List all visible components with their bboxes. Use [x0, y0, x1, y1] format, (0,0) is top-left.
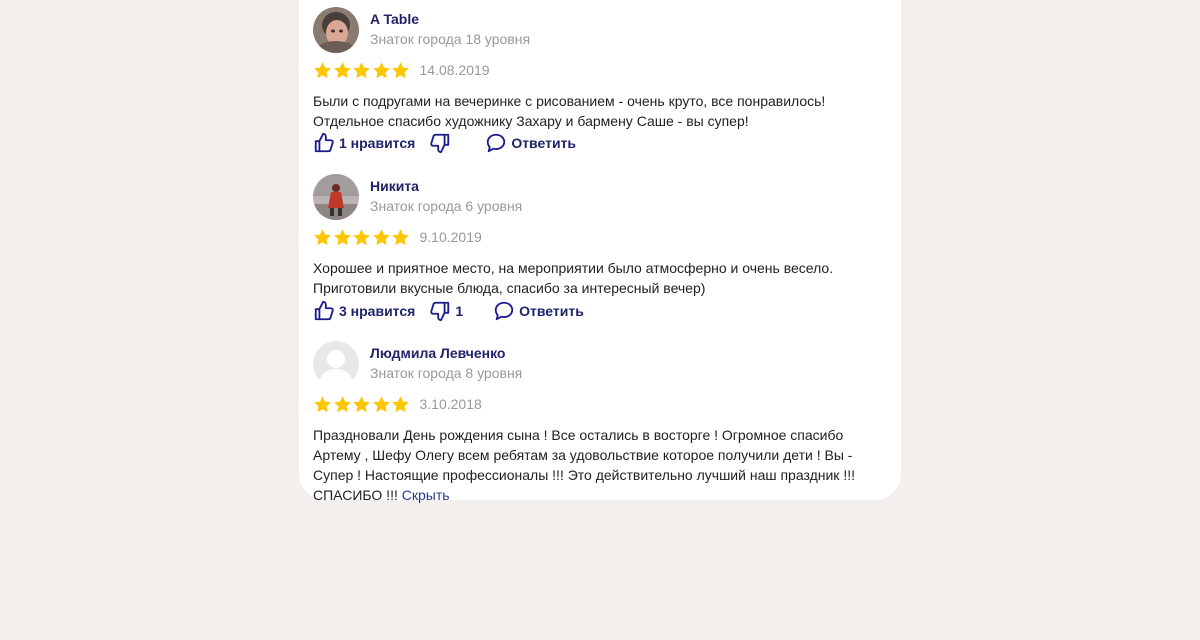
thumbs-down-icon [430, 133, 450, 154]
star-icon [313, 228, 332, 247]
rating-row: 3.10.2018 [313, 394, 482, 414]
author-level: Знаток города 18 уровня [370, 31, 531, 47]
star-icon [352, 61, 371, 80]
star-icon [391, 228, 410, 247]
thumbs-down-icon [430, 301, 450, 322]
star-icon [372, 228, 391, 247]
star-icon [352, 228, 371, 247]
dislike-button[interactable] [429, 132, 455, 154]
star-icon [313, 395, 332, 414]
author-name[interactable]: Людмила Левченко [370, 345, 505, 361]
like-button[interactable]: 3 нравится [313, 300, 415, 322]
reply-button[interactable]: Ответить [493, 300, 584, 322]
star-icon [352, 395, 371, 414]
review-actions: 3 нравится 1 Ответить [313, 298, 584, 324]
star-icon [391, 395, 410, 414]
comment-icon [494, 301, 514, 321]
reply-label: Ответить [519, 303, 584, 319]
star-icon [333, 395, 352, 414]
hide-link[interactable]: Скрыть [402, 487, 450, 503]
star-icon [313, 61, 332, 80]
star-icon [372, 61, 391, 80]
like-count: 3 нравится [339, 303, 416, 319]
review-text: Были с подругами на вечеринке с рисовани… [313, 93, 826, 129]
rating-row: 9.10.2019 [313, 227, 482, 247]
rating-row: 14.08.2019 [313, 60, 490, 80]
review-text: Хорошее и приятное место, на мероприятии… [313, 260, 834, 296]
comment-icon [487, 133, 506, 153]
default-avatar-icon [313, 341, 359, 387]
review-date: 9.10.2019 [419, 229, 482, 245]
like-button[interactable]: 1 нравится [313, 132, 415, 154]
review-date: 14.08.2019 [419, 62, 490, 78]
reviews-card: A Table Знаток города 18 уровня 14.08.20… [299, 0, 901, 503]
star-icon [391, 61, 410, 80]
reply-button[interactable]: Ответить [485, 132, 576, 154]
review-date: 3.10.2018 [419, 396, 482, 412]
avatar[interactable] [313, 174, 359, 220]
author-level: Знаток города 6 уровня [370, 198, 523, 214]
thumbs-up-icon [314, 300, 334, 321]
star-rating [313, 395, 411, 414]
author-level: Знаток города 8 уровня [370, 365, 523, 381]
review-text-body: Праздновали День рождения сына ! Все ост… [313, 427, 855, 503]
author-name[interactable]: A Table [370, 11, 419, 27]
star-rating [313, 61, 411, 80]
reply-label: Ответить [511, 135, 577, 151]
avatar[interactable] [313, 7, 359, 53]
dislike-count: 1 [455, 303, 464, 319]
like-count: 1 нравится [339, 135, 416, 151]
thumbs-up-icon [314, 132, 334, 153]
review-text: Праздновали День рождения сына ! Все ост… [313, 425, 893, 505]
review-actions: 1 нравится Ответить [313, 130, 576, 156]
star-icon [372, 395, 391, 414]
star-icon [333, 61, 352, 80]
dislike-button[interactable]: 1 [429, 300, 463, 322]
author-name[interactable]: Никита [370, 178, 419, 194]
avatar[interactable] [313, 341, 359, 387]
star-rating [313, 228, 411, 247]
star-icon [333, 228, 352, 247]
